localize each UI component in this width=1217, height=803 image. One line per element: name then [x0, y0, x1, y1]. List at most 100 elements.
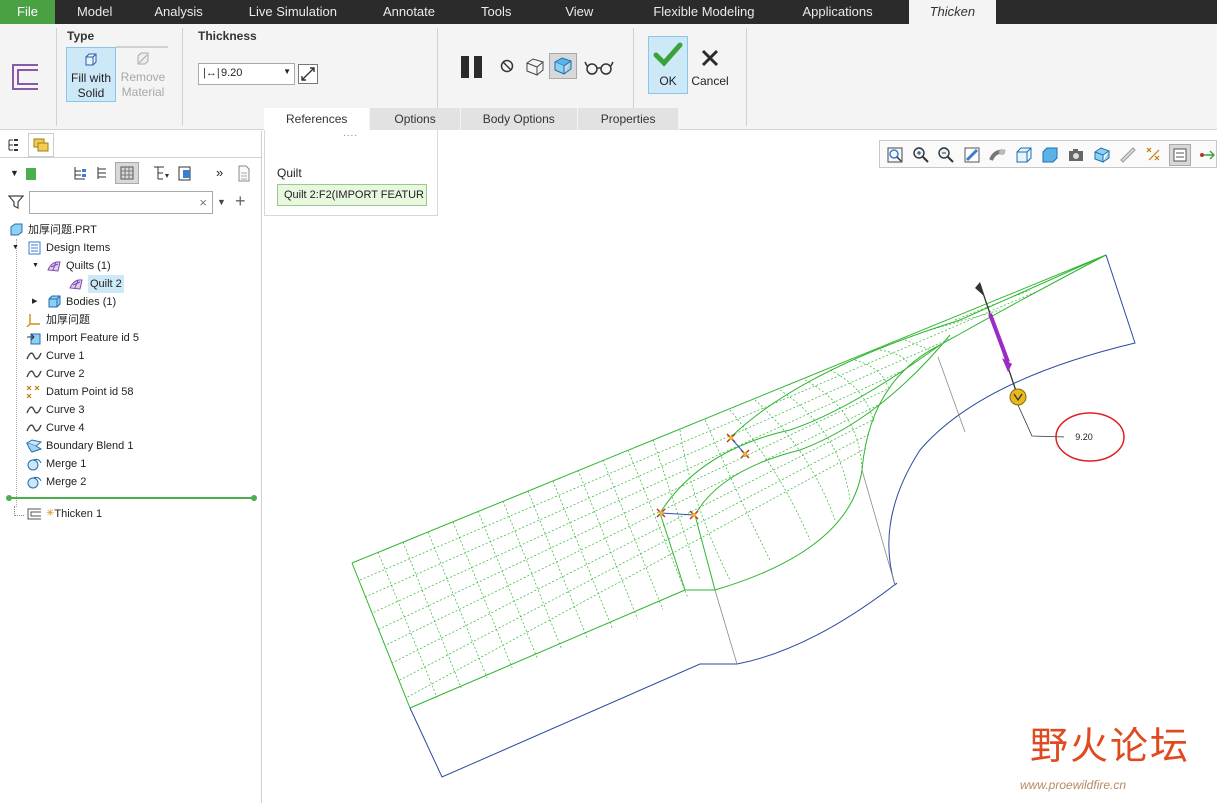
dimension-icon: |↔|	[203, 67, 220, 79]
layer-tab[interactable]	[28, 133, 54, 157]
tree-filter-sort-icon[interactable]	[152, 165, 170, 181]
tree-clipboard-icon[interactable]	[177, 165, 193, 181]
model-tree-tab-icon[interactable]	[7, 138, 21, 152]
import-feature-icon	[27, 333, 41, 345]
tab-body-options[interactable]: Body Options	[460, 108, 578, 130]
document-icon[interactable]	[236, 165, 252, 182]
ribbon: Type Fill with Solid Remove Material Thi…	[0, 24, 1217, 130]
clear-icon[interactable]: ×	[199, 195, 207, 210]
checkmark-icon	[653, 42, 683, 67]
no-preview-icon[interactable]	[500, 59, 514, 73]
tab-annotate[interactable]: Annotate	[359, 0, 459, 24]
chevron-down-icon[interactable]: ▼	[283, 67, 291, 76]
collapse-icon[interactable]: ▼	[12, 239, 26, 257]
curve-icon	[26, 352, 42, 360]
tree-item-boundary-blend[interactable]: Boundary Blend 1	[26, 437, 133, 455]
menu-bar: File Model Analysis Live Simulation Anno…	[0, 0, 1217, 24]
tab-tools[interactable]: Tools	[459, 0, 535, 24]
tab-view[interactable]: View	[535, 0, 623, 24]
cancel-button[interactable]: Cancel	[690, 38, 730, 92]
tab-flexible-modeling[interactable]: Flexible Modeling	[623, 0, 778, 24]
remove-material-icon	[137, 52, 149, 65]
tree-item-design-items[interactable]: ▼ Design Items	[12, 239, 110, 257]
verify-glasses-icon[interactable]	[584, 60, 614, 76]
more-tools-icon[interactable]: »	[216, 165, 223, 180]
search-input[interactable]: ×	[29, 191, 213, 214]
part-icon	[10, 223, 23, 236]
tree-item-thicken[interactable]: ✳ Thicken 1	[14, 505, 102, 523]
tab-thicken[interactable]: Thicken	[908, 0, 997, 24]
tree-item-quilt-2[interactable]: Quilt 2	[68, 275, 124, 293]
datum-points	[656, 433, 750, 520]
tree-item-curve-2[interactable]: Curve 2	[26, 365, 85, 383]
show-dropdown-icon[interactable]: ▼	[10, 168, 19, 178]
tab-model[interactable]: Model	[55, 0, 134, 24]
thicken-icon	[27, 508, 41, 520]
pause-button[interactable]	[458, 55, 486, 81]
tree-item-curve-3[interactable]: Curve 3	[26, 401, 85, 419]
coordinate-system-icon	[26, 314, 40, 327]
tab-references[interactable]: References	[264, 108, 371, 130]
tab-live-simulation[interactable]: Live Simulation	[225, 0, 359, 24]
filter-icon[interactable]	[8, 194, 24, 210]
thickness-dimension[interactable]: 9.20	[1064, 429, 1104, 445]
solid-box-icon	[85, 53, 97, 66]
curve-icon	[26, 406, 42, 414]
thickness-value: 9.20	[221, 67, 243, 79]
model-viewport[interactable]	[262, 131, 1217, 803]
insert-here-line[interactable]	[8, 497, 254, 499]
curve-icon	[26, 424, 42, 432]
flip-icon	[301, 67, 315, 81]
tree-item-bodies[interactable]: ▶ Bodies (1)	[32, 293, 116, 311]
tree-columns-icon[interactable]	[94, 165, 110, 181]
geometry-preview-icon[interactable]	[524, 57, 546, 77]
tree-item-datum-point[interactable]: Datum Point id 58	[26, 383, 133, 401]
tab-properties[interactable]: Properties	[577, 108, 680, 130]
silhouette-edges	[714, 356, 966, 665]
fill-with-solid-button[interactable]: Fill with Solid	[66, 47, 116, 102]
tree-item-curve-4[interactable]: Curve 4	[26, 419, 85, 437]
design-items-icon	[28, 241, 41, 255]
expand-icon[interactable]: ▶	[32, 293, 46, 311]
fill-with-solid-line2: Solid	[77, 86, 105, 100]
tree-item-curve-1[interactable]: Curve 1	[26, 347, 85, 365]
tree-item-merge-1[interactable]: Merge 1	[26, 455, 86, 473]
flip-direction-button[interactable]	[298, 64, 318, 84]
feature-preview-icon	[553, 57, 573, 75]
tree-item-label: Merge 2	[46, 476, 87, 488]
ok-button[interactable]: OK	[648, 36, 688, 94]
feature-preview-button[interactable]	[549, 53, 577, 79]
tree-item-quilts[interactable]: ▼ Quilts (1)	[32, 257, 111, 275]
collapse-icon[interactable]: ▼	[32, 257, 46, 275]
tree-root[interactable]: 加厚问题.PRT	[8, 221, 97, 239]
tree-item-csys[interactable]: 加厚问题	[26, 311, 90, 329]
merge-icon	[27, 476, 42, 489]
merge-icon	[27, 458, 42, 471]
drag-handle-icon[interactable]	[1009, 388, 1027, 406]
tree-root-label: 加厚问题.PRT	[28, 224, 97, 236]
tab-analysis[interactable]: Analysis	[134, 0, 224, 24]
ok-label: OK	[659, 74, 677, 88]
body-icon	[48, 295, 61, 308]
tab-options[interactable]: Options	[370, 108, 461, 130]
display-style-icon[interactable]	[26, 168, 36, 180]
add-filter-icon[interactable]: +	[235, 191, 246, 212]
tree-item-label: Datum Point id 58	[46, 386, 134, 398]
fill-with-solid-line1: Fill with	[70, 71, 111, 85]
remove-material-line1: Remove	[120, 70, 166, 84]
tab-file[interactable]: File	[0, 0, 55, 24]
type-label: Type	[67, 29, 95, 43]
tab-applications[interactable]: Applications	[778, 0, 902, 24]
boundary-blend-icon	[26, 439, 42, 453]
tree-settings-button[interactable]	[115, 162, 139, 184]
tree-settings-icon	[120, 166, 134, 180]
tree-item-merge-2[interactable]: Merge 2	[26, 473, 86, 491]
tree-filter-icon[interactable]	[72, 165, 88, 181]
tree-item-label: Curve 2	[46, 368, 85, 380]
tree-item-import-feature[interactable]: Import Feature id 5	[26, 329, 139, 347]
remove-material-button[interactable]: Remove Material	[118, 47, 168, 102]
search-dropdown-icon[interactable]: ▼	[217, 197, 226, 207]
cancel-label: Cancel	[691, 74, 729, 88]
thickness-field[interactable]: |↔| 9.20 ▼	[198, 63, 295, 85]
solid-edges	[409, 254, 1136, 778]
